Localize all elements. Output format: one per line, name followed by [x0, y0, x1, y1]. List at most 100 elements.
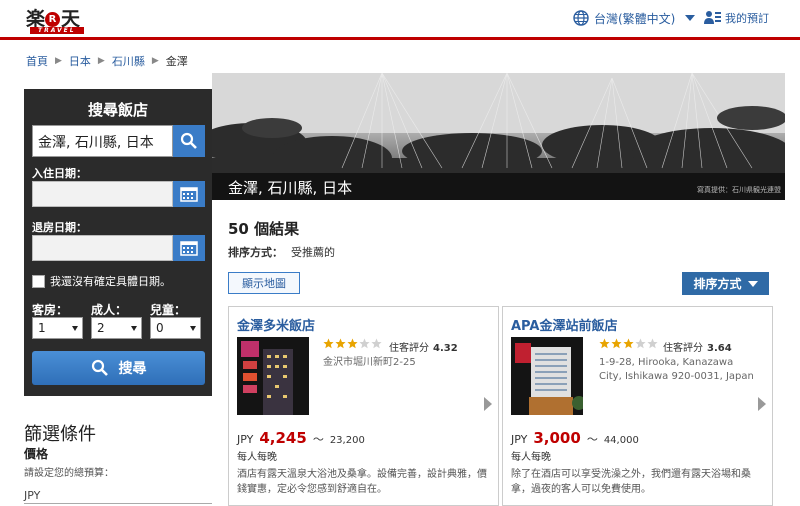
rooms-value: 1: [38, 321, 46, 335]
per-night-label: 每人每晚: [511, 452, 551, 463]
price-currency: JPY: [511, 433, 528, 446]
guest-rating-value: 3.64: [707, 343, 732, 354]
star-empty-icon: [359, 338, 370, 349]
hotel-building-night-photo: [237, 337, 309, 415]
breadcrumb: 首頁 ▶ 日本 ▶ 石川縣 ▶ 金澤: [26, 53, 188, 69]
checkout-label: 退房日期：: [32, 221, 87, 234]
children-select[interactable]: 0: [150, 317, 201, 339]
sort-summary-label: 排序方式：: [228, 246, 283, 259]
star-filled-icon: [611, 338, 622, 349]
price-tilde: ～: [312, 433, 324, 446]
language-selector[interactable]: 台灣(繁體中文): [573, 9, 696, 27]
my-booking-label: 我的預訂: [725, 11, 769, 25]
price-min: 4,245: [259, 429, 307, 447]
hotel-photo[interactable]: [511, 337, 583, 415]
breadcrumb-separator-icon: ▶: [55, 56, 62, 66]
guest-rating-label: 住客評分: [663, 343, 703, 354]
adults-value: 2: [97, 321, 105, 335]
hero-photo-credit: 寫真提供：石川県観光連盟: [697, 186, 781, 194]
breadcrumb-home[interactable]: 首頁: [26, 53, 48, 69]
hotel-name-link[interactable]: APA金澤站前飯店: [511, 315, 617, 334]
breadcrumb-separator-icon: ▶: [97, 56, 105, 66]
user-list-icon: [704, 11, 721, 24]
sort-summary-value: 受推薦的: [291, 246, 335, 259]
checkin-label: 入住日期：: [32, 167, 87, 180]
chevron-down-icon: [685, 15, 696, 21]
destination-hero-image: 金澤, 石川縣, 日本 寫真提供：石川県観光連盟: [212, 73, 785, 200]
search-icon: [180, 132, 197, 149]
select-arrow-icon: [190, 326, 196, 331]
hotel-building-night-photo: [511, 337, 583, 415]
chevron-down-icon: [747, 280, 758, 287]
hotel-name-link[interactable]: 金澤多米飯店: [237, 315, 315, 334]
checkin-calendar-button[interactable]: [173, 181, 205, 207]
breadcrumb-ishikawa[interactable]: 石川縣: [112, 53, 145, 69]
no-date-option[interactable]: 我還沒有確定具體日期。: [32, 273, 171, 289]
hotel-address: 金沢市堀川新町2-25: [323, 357, 416, 368]
star-filled-icon: [623, 338, 634, 349]
hotel-description: 酒店有露天溫泉大浴池及桑拿。設備完善，設計典雅，價錢實惠，定必令您感到舒適自在。: [237, 469, 487, 495]
star-filled-icon: [335, 338, 346, 349]
price-min: 3,000: [533, 429, 581, 447]
filter-price-desc: 請設定您的總預算：: [24, 468, 114, 479]
results-count: 50 個結果: [228, 220, 300, 238]
hotel-address: 1-9-28, Hirooka, Kanazawa City, Ishikawa…: [599, 357, 754, 382]
hotel-card[interactable]: APA金澤站前飯店 住客評分 3.64 1-9-28, Hirooka, Kana…: [502, 306, 773, 506]
breadcrumb-separator-icon: ▶: [151, 56, 159, 66]
filter-currency: JPY: [24, 489, 41, 502]
search-panel-title: 搜尋飯店: [87, 101, 148, 119]
rakuten-travel-logo[interactable]: 楽R天 TRAVEL: [26, 4, 86, 36]
destination-search-button[interactable]: [173, 125, 205, 157]
chevron-right-icon[interactable]: [758, 397, 766, 411]
hotel-description: 除了在酒店可以享受洗澡之外，我們還有露天浴場和桑拿，過夜的客人可以免費使用。: [511, 469, 751, 495]
calendar-icon: [180, 187, 198, 202]
hotel-card[interactable]: 金澤多米飯店 住客評分 4.32 金沢市堀川新町2-25 JPY 4,245 ～ …: [228, 306, 499, 506]
rooms-select[interactable]: 1: [32, 317, 83, 339]
search-icon: [91, 359, 108, 376]
hotel-star-rating: [323, 338, 382, 349]
price-max: 23,200: [329, 435, 365, 446]
rooms-label: 客房：: [32, 303, 69, 317]
no-date-checkbox[interactable]: [32, 274, 45, 288]
checkin-date-input[interactable]: [32, 181, 173, 207]
adults-label: 成人：: [91, 303, 128, 317]
breadcrumb-kanazawa: 金澤: [165, 55, 188, 68]
price-max: 44,000: [603, 435, 639, 446]
checkout-calendar-button[interactable]: [173, 235, 205, 261]
sort-button-label: 排序方式: [693, 277, 742, 291]
breadcrumb-japan[interactable]: 日本: [69, 53, 91, 69]
show-map-button[interactable]: 顯示地圖: [228, 272, 300, 294]
hotel-photo[interactable]: [237, 337, 309, 415]
star-empty-icon: [647, 338, 658, 349]
per-night-label: 每人每晚: [237, 452, 277, 463]
star-filled-icon: [323, 338, 334, 349]
checkout-date-input[interactable]: [32, 235, 173, 261]
price-slider-track[interactable]: [24, 503, 212, 504]
my-booking-link[interactable]: 我的預訂: [704, 9, 769, 26]
hotel-search-panel: 搜尋飯店 金澤, 石川縣, 日本 入住日期： 退房日期： 我還沒有確定具體日期。…: [24, 89, 212, 396]
logo-r-circle: R: [45, 12, 61, 27]
star-filled-icon: [599, 338, 610, 349]
star-empty-icon: [635, 338, 646, 349]
globe-icon: [573, 10, 589, 26]
chevron-right-icon[interactable]: [484, 397, 492, 411]
guest-rating-value: 4.32: [433, 343, 458, 354]
sort-button[interactable]: 排序方式: [682, 272, 769, 295]
destination-input[interactable]: 金澤, 石川縣, 日本: [32, 125, 173, 157]
price-range: JPY 4,245 ～ 23,200: [237, 429, 365, 447]
price-range: JPY 3,000 ～ 44,000: [511, 429, 639, 447]
search-button[interactable]: 搜尋: [32, 351, 205, 385]
guest-rating: 住客評分 3.64: [663, 339, 732, 354]
select-arrow-icon: [131, 326, 137, 331]
adults-select[interactable]: 2: [91, 317, 142, 339]
calendar-icon: [180, 241, 198, 256]
guest-rating-label: 住客評分: [389, 343, 429, 354]
select-arrow-icon: [72, 326, 78, 331]
logo-subtitle: TRAVEL: [30, 27, 84, 34]
price-currency: JPY: [237, 433, 254, 446]
sort-summary: 排序方式： 受推薦的: [228, 244, 335, 260]
filter-price-label: 價格: [24, 447, 49, 461]
search-button-label: 搜尋: [118, 361, 147, 377]
top-header: 楽R天 TRAVEL 台灣(繁體中文) 我的預訂: [0, 0, 800, 40]
guest-rating: 住客評分 4.32: [389, 339, 458, 354]
